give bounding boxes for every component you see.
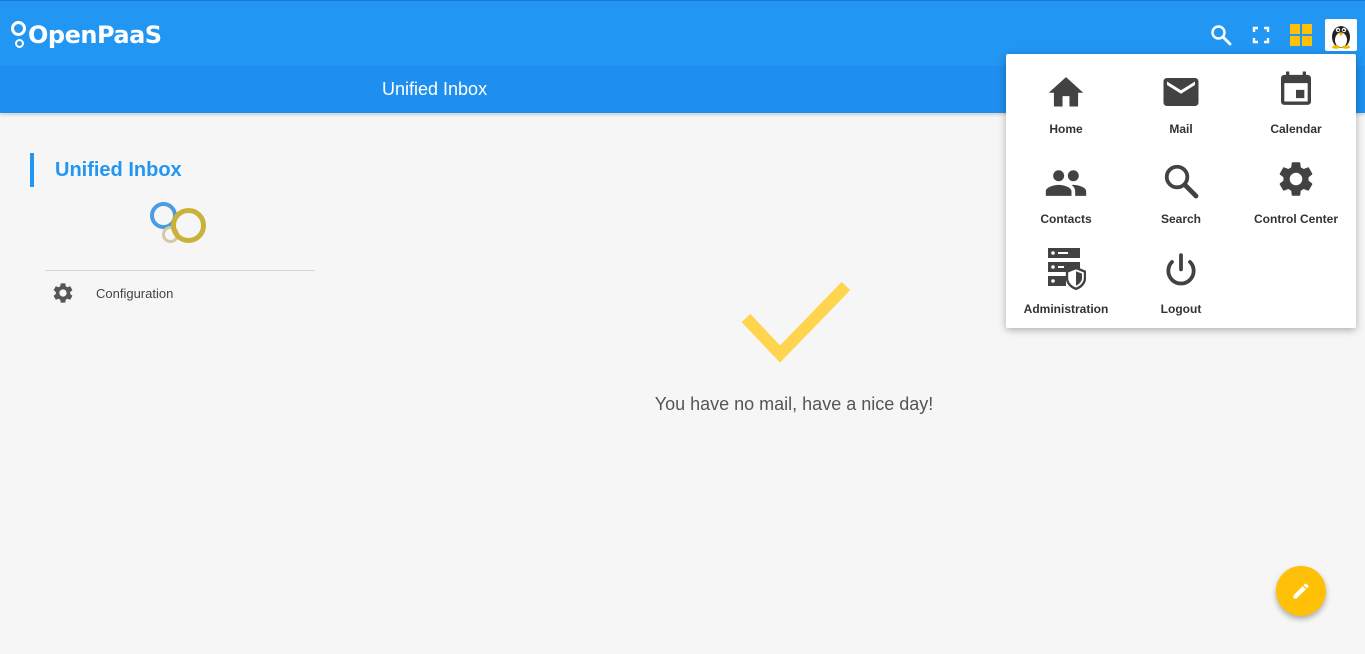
sidebar-item-configuration[interactable]: Configuration xyxy=(45,278,315,308)
app-label: Home xyxy=(1049,122,1083,136)
app-logout[interactable]: Logout xyxy=(1123,234,1239,324)
top-actions xyxy=(1201,17,1357,53)
app-calendar[interactable]: Calendar xyxy=(1238,54,1354,144)
openpaas-logo[interactable]: OpenPaaS xyxy=(10,15,162,55)
unified-inbox-rings-icon xyxy=(150,202,210,246)
app-home[interactable]: Home xyxy=(1008,54,1124,144)
app-mail[interactable]: Mail xyxy=(1123,54,1239,144)
avatar[interactable] xyxy=(1325,19,1357,51)
checkmark-icon xyxy=(741,281,851,363)
app-label: Mail xyxy=(1169,122,1193,136)
app-label: Search xyxy=(1160,212,1202,226)
home-icon xyxy=(1045,68,1087,110)
search-button[interactable] xyxy=(1201,17,1241,53)
app-label: Control Center xyxy=(1254,212,1338,226)
sidebar-divider xyxy=(45,270,315,271)
app-contacts[interactable]: Contacts xyxy=(1008,144,1124,234)
compose-button[interactable] xyxy=(1276,566,1326,616)
app-launcher-menu: Home Mail Calendar Contacts Search Contr… xyxy=(1006,54,1356,328)
apps-grid-icon xyxy=(1290,24,1312,46)
apps-grid-button[interactable] xyxy=(1281,17,1321,53)
app-administration[interactable]: Administration xyxy=(1008,234,1124,324)
mail-icon xyxy=(1160,68,1202,110)
gear-icon xyxy=(1275,158,1317,200)
penguin-avatar-icon xyxy=(1332,26,1350,49)
admin-server-icon xyxy=(1046,248,1086,290)
power-icon xyxy=(1162,248,1200,290)
empty-inbox-message: You have no mail, have a nice day! xyxy=(654,394,934,414)
subheader-title: Unified Inbox xyxy=(382,79,488,99)
fullscreen-icon xyxy=(1252,26,1270,44)
app-label: Contacts xyxy=(1040,212,1092,226)
app-label: Administration xyxy=(1023,302,1109,316)
app-label: Logout xyxy=(1160,302,1202,316)
app-search[interactable]: Search xyxy=(1123,144,1239,234)
pencil-icon xyxy=(1293,583,1309,599)
brand-name: OpenPaaS xyxy=(28,21,162,49)
sidebar-title[interactable]: Unified Inbox xyxy=(30,153,182,187)
search-icon xyxy=(1162,158,1200,200)
logo-rings-icon xyxy=(10,19,28,51)
app-control-center[interactable]: Control Center xyxy=(1238,144,1354,234)
gear-icon xyxy=(45,281,81,305)
search-icon xyxy=(1211,25,1232,46)
sidebar-item-label: Configuration xyxy=(96,285,174,301)
contacts-icon xyxy=(1044,158,1088,200)
app-label: Calendar xyxy=(1270,122,1322,136)
fullscreen-button[interactable] xyxy=(1241,17,1281,53)
calendar-icon xyxy=(1276,68,1316,110)
